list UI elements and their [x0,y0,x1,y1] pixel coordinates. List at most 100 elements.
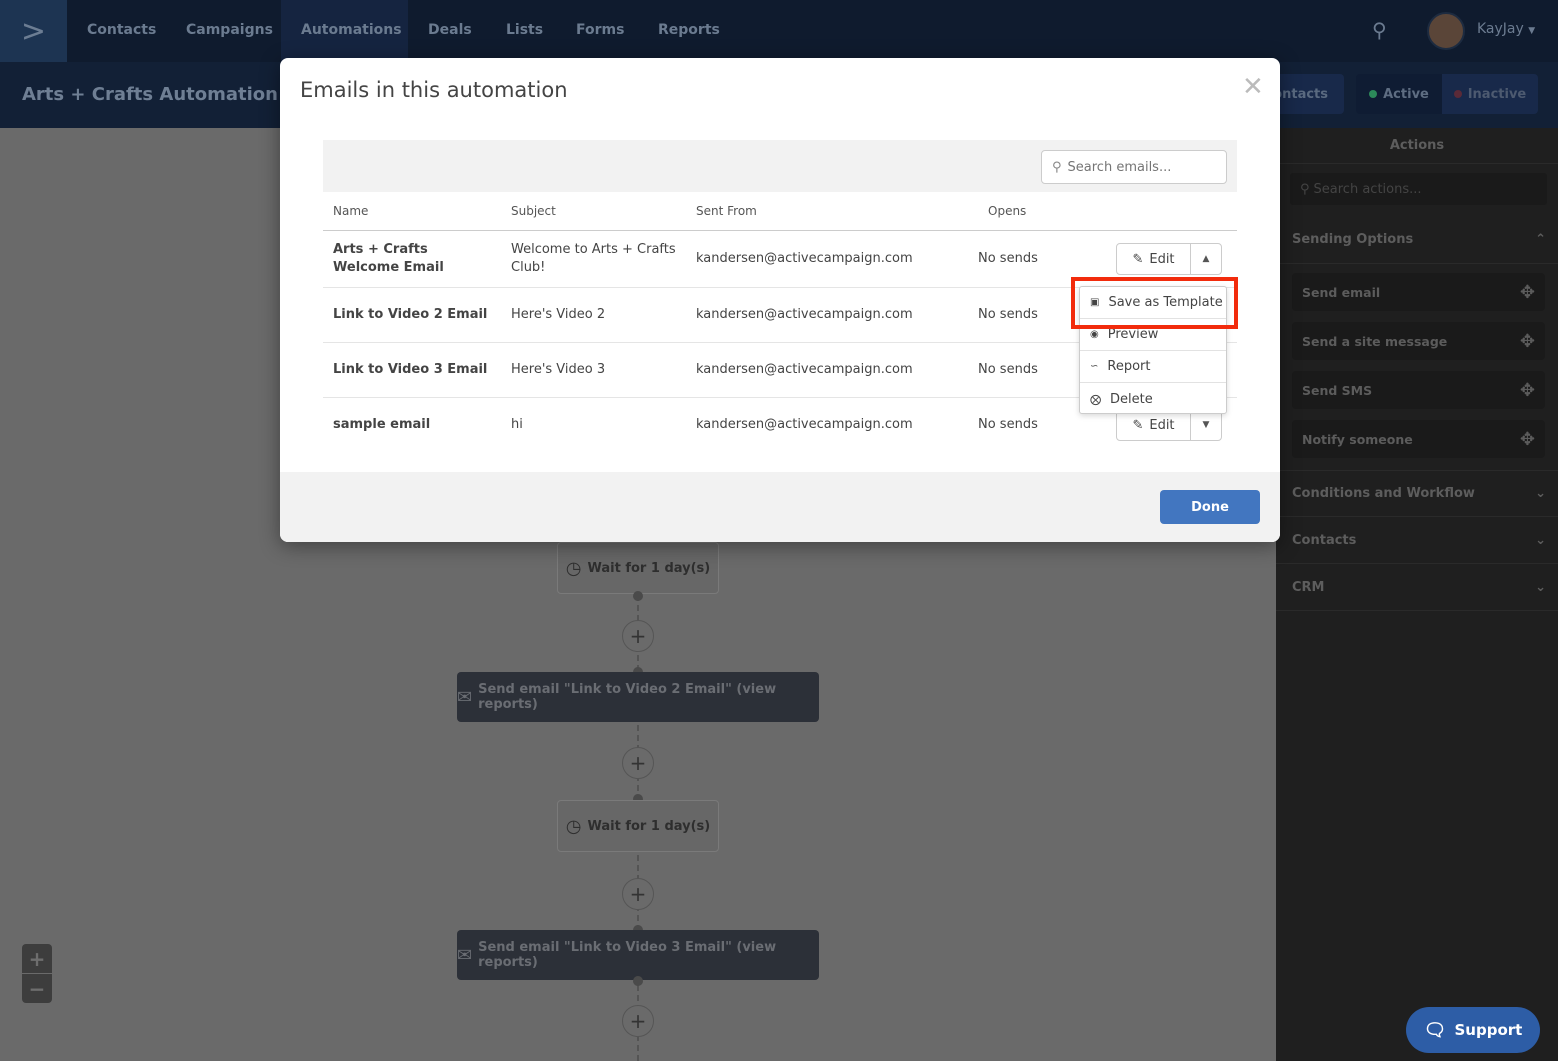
add-step-button[interactable]: + [622,620,654,652]
action-label: Send a site message [1302,333,1448,349]
chevron-down-icon: ⌄ [1535,532,1546,548]
send-email-node[interactable]: ✉ Send email "Link to Video 2 Email" (vie… [457,672,819,722]
email-name[interactable]: Arts + Crafts Welcome Email [333,241,493,277]
inactive-label: Inactive [1467,86,1527,102]
edit-button-group: ✎ Edit ▲ [1116,243,1222,275]
action-label: Notify someone [1302,431,1413,447]
email-sent-from: kandersen@activecampaign.com [696,307,913,322]
pencil-icon: ✎ [1132,251,1144,267]
chevron-down-icon: ⌄ [1535,486,1546,501]
modal-footer [280,472,1280,542]
add-step-button[interactable]: + [622,878,654,910]
section-sending-options[interactable]: Sending Options ⌃ [1276,216,1558,264]
search-emails-input[interactable] [1067,159,1208,175]
search-emails-field[interactable]: ⚲ [1041,150,1227,184]
search-icon[interactable]: ⚲ [1372,18,1387,42]
avatar[interactable] [1427,12,1465,50]
nav-contacts[interactable]: Contacts [67,0,176,62]
edit-label: Edit [1149,251,1175,267]
done-button[interactable]: Done [1160,490,1260,524]
menu-label: Report [1107,359,1151,374]
section-label: Sending Options [1292,232,1414,247]
nav-reports[interactable]: Reports [638,0,740,62]
delete-circle-icon: ⨂ [1090,392,1101,406]
support-button[interactable]: 🗨 Support [1406,1007,1540,1053]
section-contacts[interactable]: Contacts ⌄ [1276,517,1558,564]
column-sent-from[interactable]: Sent From [696,204,757,218]
nav-deals[interactable]: Deals [408,0,492,62]
section-label: CRM [1292,579,1325,595]
chevron-up-icon: ⌃ [1535,232,1546,247]
nav-campaigns[interactable]: Campaigns [166,0,293,62]
add-step-button[interactable]: + [622,1005,654,1037]
search-actions-input[interactable]: ⚲ Search actions... [1290,173,1547,205]
chevron-down-icon: ⌄ [1535,579,1546,595]
search-actions-placeholder: Search actions... [1313,181,1422,197]
wait-node[interactable]: ◷ Wait for 1 day(s) [557,542,719,594]
menu-delete[interactable]: ⨂ Delete [1080,383,1226,415]
user-name: KayJay [1477,21,1524,37]
send-label: Send email "Link to Video 3 Email" (view… [478,940,777,970]
email-sent-from: kandersen@activecampaign.com [696,251,913,266]
clock-icon: ◷ [565,815,582,837]
close-icon[interactable]: ✕ [1242,72,1264,102]
zoom-out-button[interactable]: − [22,974,52,1003]
eye-icon: ◉ [1090,329,1099,340]
add-step-button[interactable]: + [622,747,654,779]
pencil-icon: ✎ [1132,417,1144,433]
caret-up-icon[interactable]: ▲ [1191,244,1221,274]
sidebar-title: Actions [1276,128,1558,164]
user-menu[interactable]: KayJay ▼ [1477,21,1535,37]
envelope-icon: ✉ [457,686,473,708]
connector-dot [633,591,643,601]
envelope-icon: ✉ [457,944,473,966]
column-name[interactable]: Name [333,204,368,218]
clock-icon: ◷ [565,557,582,579]
logo[interactable]: > [0,0,67,62]
caret-down-icon: ▼ [1528,26,1536,36]
modal-title: Emails in this automation [300,78,568,102]
wait-label: Wait for 1 day(s) [587,818,711,834]
email-name[interactable]: sample email [333,416,430,434]
move-icon: ✥ [1519,379,1535,401]
move-icon: ✥ [1519,428,1535,450]
highlight-annotation [1071,277,1238,329]
nav-automations[interactable]: Automations [281,0,408,62]
zoom-in-button[interactable]: + [22,944,52,973]
connector-dot [633,976,643,986]
nav-lists[interactable]: Lists [486,0,563,62]
email-name[interactable]: Link to Video 3 Email [333,361,487,379]
active-dot-icon [1369,90,1378,98]
action-label: Send email [1302,284,1381,300]
wait-label: Wait for 1 day(s) [587,560,711,576]
chat-bubble-icon: 🗨 [1423,1019,1447,1041]
emails-modal: Emails in this automation ✕ ⚲ Name Subje… [280,58,1280,542]
email-name[interactable]: Link to Video 2 Email [333,306,487,324]
nav-forms[interactable]: Forms [556,0,644,62]
edit-label: Edit [1149,417,1175,433]
action-send-sms[interactable]: Send SMS ✥ [1292,371,1545,409]
section-crm[interactable]: CRM ⌄ [1276,564,1558,611]
column-subject[interactable]: Subject [511,204,556,218]
section-label: Conditions and Workflow [1292,486,1475,501]
search-icon: ⚲ [1300,181,1310,197]
active-label: Active [1383,86,1429,102]
section-conditions[interactable]: Conditions and Workflow ⌄ [1276,470,1558,517]
support-label: Support [1454,1021,1523,1039]
column-opens[interactable]: Opens [988,204,1026,218]
menu-label: Delete [1110,391,1153,407]
email-sent-from: kandersen@activecampaign.com [696,417,913,432]
email-subject: Welcome to Arts + Crafts Club! [511,242,676,275]
menu-report[interactable]: ∽ Report [1080,351,1226,383]
active-toggle[interactable]: Active [1356,74,1442,114]
action-send-site-message[interactable]: Send a site message ✥ [1292,322,1545,360]
email-subject: hi [511,417,523,432]
inactive-toggle[interactable]: Inactive [1442,74,1538,114]
chart-line-icon: ∽ [1090,361,1099,372]
action-send-email[interactable]: Send email ✥ [1292,273,1545,311]
action-notify-someone[interactable]: Notify someone ✥ [1292,420,1545,458]
wait-node[interactable]: ◷ Wait for 1 day(s) [557,800,719,852]
edit-button[interactable]: ✎ Edit [1117,244,1191,274]
email-opens: No sends [978,417,1038,432]
send-email-node[interactable]: ✉ Send email "Link to Video 3 Email" (vie… [457,930,819,980]
